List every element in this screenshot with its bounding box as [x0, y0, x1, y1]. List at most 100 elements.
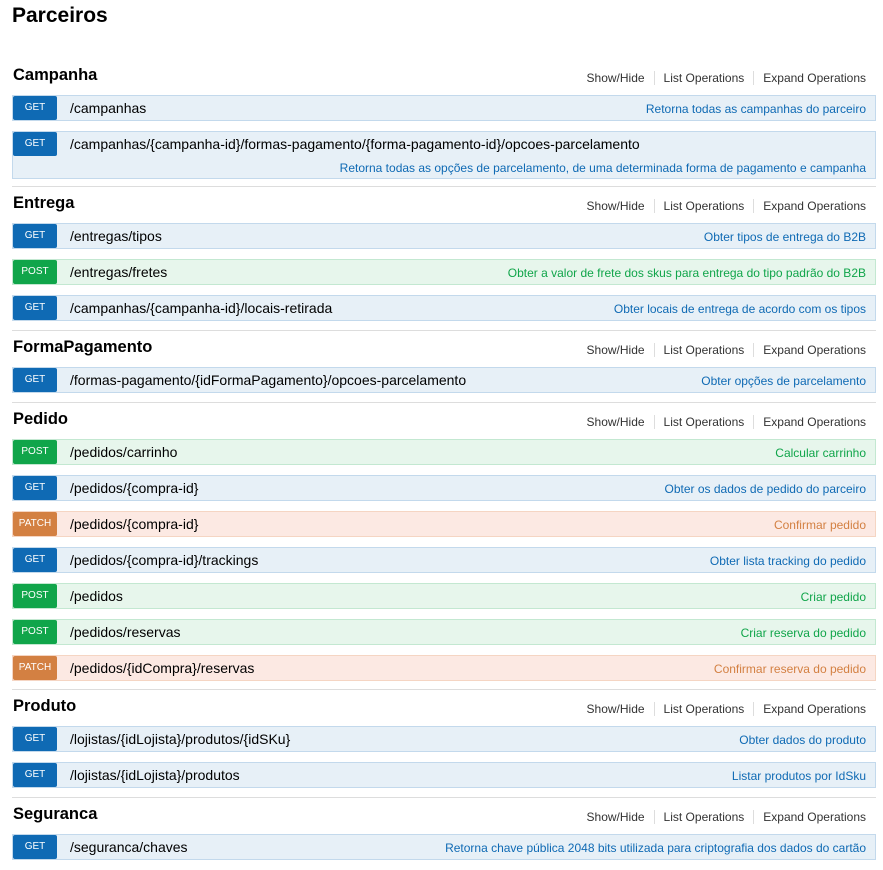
operation-path[interactable]: /campanhas/{campanha-id}/locais-retirada: [70, 300, 332, 316]
operation-row[interactable]: GET /pedidos/{compra-id} Obter os dados …: [12, 475, 876, 501]
divider: [653, 199, 655, 213]
resource-title[interactable]: Pedido: [13, 410, 68, 429]
operation-path[interactable]: /entregas/fretes: [70, 264, 167, 280]
resource-header: Entrega Show/Hide List Operations Expand…: [12, 194, 876, 220]
operation-summary[interactable]: Obter opções de parcelamento: [701, 374, 866, 388]
operation-path[interactable]: /pedidos/reservas: [70, 624, 181, 640]
show-hide-link[interactable]: Show/Hide: [587, 702, 645, 716]
resource-pedido: Pedido Show/Hide List Operations Expand …: [12, 410, 876, 691]
operation-summary[interactable]: Retorna todas as opções de parcelamento,…: [340, 161, 866, 175]
operation-path[interactable]: /pedidos/{compra-id}/trackings: [70, 552, 258, 568]
resource-title[interactable]: FormaPagamento: [13, 338, 152, 357]
method-badge[interactable]: GET: [13, 296, 57, 320]
resource-title[interactable]: Seguranca: [13, 805, 97, 824]
list-operations-link[interactable]: List Operations: [664, 199, 745, 213]
operation-row[interactable]: PATCH /pedidos/{compra-id} Confirmar ped…: [12, 511, 876, 537]
operation-row[interactable]: POST /pedidos Criar pedido: [12, 583, 876, 609]
divider: [753, 415, 755, 429]
expand-operations-link[interactable]: Expand Operations: [763, 415, 866, 429]
operation-row[interactable]: GET /pedidos/{compra-id}/trackings Obter…: [12, 547, 876, 573]
operation-row[interactable]: GET /entregas/tipos Obter tipos de entre…: [12, 223, 876, 249]
resource-title[interactable]: Produto: [13, 697, 76, 716]
operation-path[interactable]: /pedidos/carrinho: [70, 444, 177, 460]
resource-produto: Produto Show/Hide List Operations Expand…: [12, 697, 876, 798]
operation-row[interactable]: POST /pedidos/carrinho Calcular carrinho: [12, 439, 876, 465]
operation-path[interactable]: /lojistas/{idLojista}/produtos/{idSKu}: [70, 731, 290, 747]
method-badge[interactable]: GET: [13, 132, 57, 156]
operation-path[interactable]: /pedidos/{compra-id}: [70, 516, 198, 532]
list-operations-link[interactable]: List Operations: [664, 71, 745, 85]
list-operations-link[interactable]: List Operations: [664, 343, 745, 357]
resource-header: Campanha Show/Hide List Operations Expan…: [12, 66, 876, 92]
expand-operations-link[interactable]: Expand Operations: [763, 702, 866, 716]
operation-path[interactable]: /entregas/tipos: [70, 228, 162, 244]
divider: [753, 702, 755, 716]
operation-path[interactable]: /pedidos: [70, 588, 123, 604]
expand-operations-link[interactable]: Expand Operations: [763, 199, 866, 213]
method-badge[interactable]: POST: [13, 260, 57, 284]
operation-summary[interactable]: Obter a valor de frete dos skus para ent…: [508, 266, 866, 280]
section-divider: [12, 186, 876, 187]
method-badge[interactable]: GET: [13, 835, 57, 859]
operation-path[interactable]: /seguranca/chaves: [70, 839, 188, 855]
method-badge[interactable]: GET: [13, 224, 57, 248]
operation-path[interactable]: /formas-pagamento/{idFormaPagamento}/opc…: [70, 372, 466, 388]
method-badge[interactable]: GET: [13, 96, 57, 120]
operation-path[interactable]: /campanhas: [70, 100, 146, 116]
operation-summary[interactable]: Obter locais de entrega de acordo com os…: [614, 302, 866, 316]
operation-path[interactable]: /campanhas/{campanha-id}/formas-pagament…: [70, 136, 640, 152]
operation-summary[interactable]: Confirmar pedido: [774, 518, 866, 532]
show-hide-link[interactable]: Show/Hide: [587, 343, 645, 357]
section-divider: [12, 797, 876, 798]
operation-summary[interactable]: Retorna todas as campanhas do parceiro: [646, 102, 866, 116]
operation-summary[interactable]: Obter tipos de entrega do B2B: [704, 230, 866, 244]
method-badge[interactable]: POST: [13, 620, 57, 644]
resource-title[interactable]: Entrega: [13, 194, 74, 213]
method-badge[interactable]: GET: [13, 727, 57, 751]
expand-operations-link[interactable]: Expand Operations: [763, 343, 866, 357]
method-badge[interactable]: GET: [13, 476, 57, 500]
method-badge[interactable]: GET: [13, 763, 57, 787]
operation-summary[interactable]: Criar pedido: [801, 590, 866, 604]
resource-actions: Show/Hide List Operations Expand Operati…: [587, 702, 866, 716]
list-operations-link[interactable]: List Operations: [664, 810, 745, 824]
divider: [653, 71, 655, 85]
method-badge[interactable]: PATCH: [13, 656, 57, 680]
operation-row[interactable]: GET /campanhas/{campanha-id}/locais-reti…: [12, 295, 876, 321]
operation-summary[interactable]: Retorna chave pública 2048 bits utilizad…: [445, 841, 866, 855]
operation-summary[interactable]: Calcular carrinho: [775, 446, 866, 460]
operation-row[interactable]: GET /campanhas/{campanha-id}/formas-paga…: [12, 131, 876, 179]
show-hide-link[interactable]: Show/Hide: [587, 415, 645, 429]
method-badge[interactable]: POST: [13, 440, 57, 464]
method-badge[interactable]: GET: [13, 548, 57, 572]
operation-row[interactable]: GET /lojistas/{idLojista}/produtos/{idSK…: [12, 726, 876, 752]
resource-title[interactable]: Campanha: [13, 66, 97, 85]
show-hide-link[interactable]: Show/Hide: [587, 810, 645, 824]
operation-row[interactable]: GET /seguranca/chaves Retorna chave públ…: [12, 834, 876, 860]
operation-summary[interactable]: Obter dados do produto: [739, 733, 866, 747]
method-badge[interactable]: POST: [13, 584, 57, 608]
operation-summary[interactable]: Obter lista tracking do pedido: [710, 554, 866, 568]
expand-operations-link[interactable]: Expand Operations: [763, 810, 866, 824]
operation-row[interactable]: PATCH /pedidos/{idCompra}/reservas Confi…: [12, 655, 876, 681]
show-hide-link[interactable]: Show/Hide: [587, 71, 645, 85]
operation-path[interactable]: /pedidos/{compra-id}: [70, 480, 198, 496]
operation-row[interactable]: GET /formas-pagamento/{idFormaPagamento}…: [12, 367, 876, 393]
list-operations-link[interactable]: List Operations: [664, 415, 745, 429]
expand-operations-link[interactable]: Expand Operations: [763, 71, 866, 85]
list-operations-link[interactable]: List Operations: [664, 702, 745, 716]
operation-row[interactable]: POST /entregas/fretes Obter a valor de f…: [12, 259, 876, 285]
operation-path[interactable]: /pedidos/{idCompra}/reservas: [70, 660, 254, 676]
resource-header: Produto Show/Hide List Operations Expand…: [12, 697, 876, 723]
method-badge[interactable]: GET: [13, 368, 57, 392]
operation-row[interactable]: POST /pedidos/reservas Criar reserva do …: [12, 619, 876, 645]
operation-summary[interactable]: Obter os dados de pedido do parceiro: [665, 482, 866, 496]
operation-summary[interactable]: Criar reserva do pedido: [741, 626, 866, 640]
operation-row[interactable]: GET /lojistas/{idLojista}/produtos Lista…: [12, 762, 876, 788]
operation-path[interactable]: /lojistas/{idLojista}/produtos: [70, 767, 240, 783]
show-hide-link[interactable]: Show/Hide: [587, 199, 645, 213]
operation-summary[interactable]: Confirmar reserva do pedido: [714, 662, 866, 676]
operation-summary[interactable]: Listar produtos por IdSku: [732, 769, 866, 783]
method-badge[interactable]: PATCH: [13, 512, 57, 536]
operation-row[interactable]: GET /campanhas Retorna todas as campanha…: [12, 95, 876, 121]
